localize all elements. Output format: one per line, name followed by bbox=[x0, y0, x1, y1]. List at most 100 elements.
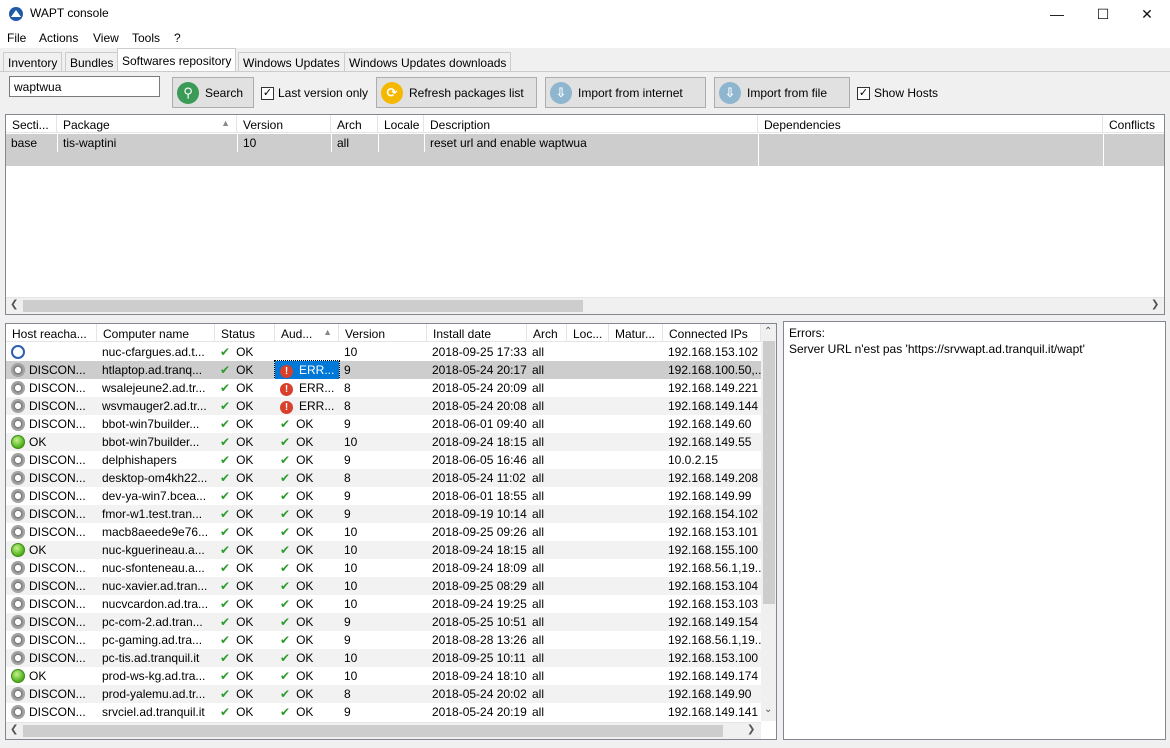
col-header-arch[interactable]: Arch bbox=[527, 324, 567, 342]
last-version-checkbox[interactable]: ✓ Last version only bbox=[261, 86, 368, 100]
col-header-description[interactable]: Description bbox=[424, 115, 758, 133]
col-header-computer-name[interactable]: Computer name bbox=[97, 324, 215, 342]
maximize-button[interactable]: ☐ bbox=[1080, 0, 1126, 28]
cell-package: tis-waptini bbox=[57, 134, 237, 152]
host-row[interactable]: DISCON... srvciel.ad.tranquil.it ✔ OK ✔ OK 9 20… bbox=[6, 703, 761, 721]
cell-reachable: OK bbox=[6, 667, 97, 685]
cell-install-date-text: 2018-09-25 09:26 bbox=[432, 525, 527, 539]
col-header-version[interactable]: Version bbox=[237, 115, 331, 133]
host-row[interactable]: DISCON... desktop-om4kh22... ✔ OK ✔ OK 8 2018-0… bbox=[6, 469, 761, 487]
host-row[interactable]: OK bbot-win7builder... ✔ OK ✔ OK 10 2018-09-24 … bbox=[6, 433, 761, 451]
host-row[interactable]: DISCON... bbot-win7builder... ✔ OK ✔ OK 9 2018-… bbox=[6, 415, 761, 433]
col-header-locale[interactable]: Loc... bbox=[567, 324, 609, 342]
scrollbar-thumb[interactable] bbox=[23, 725, 723, 737]
col-header-host-reachable[interactable]: Host reacha... bbox=[6, 324, 97, 342]
scroll-up-icon[interactable]: ⌃ bbox=[764, 326, 772, 337]
cell-version-text: 9 bbox=[344, 417, 351, 431]
tab-windows-updates[interactable]: Windows Updates bbox=[238, 52, 345, 72]
cell-audit: ✔ OK bbox=[275, 667, 339, 685]
col-header-connected-ips[interactable]: Connected IPs bbox=[663, 324, 761, 342]
host-row[interactable]: DISCON... wsalejeune2.ad.tr... ✔ OK! ERR... 8… bbox=[6, 379, 761, 397]
cell-audit: ✔ OK bbox=[275, 577, 339, 595]
host-row[interactable]: DISCON... fmor-w1.test.tran... ✔ OK ✔ OK 9 2018… bbox=[6, 505, 761, 523]
scroll-left-icon[interactable]: ❮ bbox=[10, 724, 18, 735]
cell-audit-text: OK bbox=[296, 453, 314, 467]
host-row[interactable]: OK nuc-kguerineau.a... ✔ OK ✔ OK 10 2018-09-24 … bbox=[6, 541, 761, 559]
host-row[interactable]: DISCON... pc-tis.ad.tranquil.it ✔ OK ✔ OK 10 20… bbox=[6, 649, 761, 667]
show-hosts-checkbox[interactable]: ✓ Show Hosts bbox=[857, 86, 938, 100]
col-header-audit[interactable]: Aud... ▲ bbox=[275, 324, 339, 342]
host-row[interactable]: OK prod-ws-kg.ad.tra... ✔ OK ✔ OK 10 2018-09-24… bbox=[6, 667, 761, 685]
cell-audit-text: OK bbox=[296, 615, 314, 629]
col-header-section[interactable]: Secti... bbox=[6, 115, 57, 133]
disconnected-icon bbox=[11, 363, 25, 377]
col-header-dependencies[interactable]: Dependencies bbox=[758, 115, 1103, 133]
menu-actions[interactable]: Actions bbox=[39, 31, 78, 45]
menu-tools[interactable]: Tools bbox=[132, 31, 160, 45]
checkmark-icon: ✔ bbox=[280, 669, 291, 683]
minimize-button[interactable]: — bbox=[1034, 0, 1080, 28]
host-row[interactable]: DISCON... macb8aeede9e76... ✔ OK ✔ OK 10 2018-0… bbox=[6, 523, 761, 541]
hosts-horizontal-scrollbar[interactable]: ❮ ❯ bbox=[6, 722, 761, 739]
col-header-arch[interactable]: Arch bbox=[331, 115, 378, 133]
host-row[interactable]: DISCON... htlaptop.ad.tranq... ✔ OK! ERR... 9… bbox=[6, 360, 761, 380]
cell-audit-text: OK bbox=[296, 579, 314, 593]
tab-strip: Inventory Bundles Softwares repository W… bbox=[0, 48, 1170, 72]
host-row[interactable]: DISCON... delphishapers ✔ OK ✔ OK 9 2018-06-05 … bbox=[6, 451, 761, 469]
import-from-internet-button[interactable]: ⇩ Import from internet bbox=[545, 77, 706, 108]
cell-version-text: 10 bbox=[344, 525, 358, 539]
col-header-package[interactable]: Package ▲ bbox=[57, 115, 237, 133]
host-row[interactable]: DISCON... pc-com-2.ad.tran... ✔ OK ✔ OK 9 2018-… bbox=[6, 613, 761, 631]
scroll-down-icon[interactable]: ⌄ bbox=[764, 704, 772, 715]
menu-view[interactable]: View bbox=[93, 31, 119, 45]
host-row[interactable]: DISCON... nuc-sfonteneau.a... ✔ OK ✔ OK 10 2018… bbox=[6, 559, 761, 577]
cell-reachable: OK bbox=[6, 433, 97, 451]
hosts-vertical-scrollbar[interactable]: ⌃ ⌄ bbox=[761, 324, 776, 721]
refresh-packages-button[interactable]: ⟳ Refresh packages list bbox=[376, 77, 537, 108]
col-header-version[interactable]: Version bbox=[339, 324, 427, 342]
host-row[interactable]: DISCON... wsvmauger2.ad.tr... ✔ OK! ERR... 8 2… bbox=[6, 397, 761, 415]
col-header-locale[interactable]: Locale bbox=[378, 115, 424, 133]
host-row[interactable]: DISCON... nuc-xavier.ad.tran... ✔ OK ✔ OK 10 20… bbox=[6, 577, 761, 595]
packages-horizontal-scrollbar[interactable]: ❮ ❯ bbox=[6, 297, 1164, 314]
cell-install-date-text: 2018-09-25 10:11 bbox=[432, 651, 526, 665]
col-header-install-date[interactable]: Install date bbox=[427, 324, 527, 342]
scrollbar-thumb[interactable] bbox=[23, 300, 583, 312]
tab-inventory[interactable]: Inventory bbox=[3, 52, 63, 72]
checkmark-icon: ✔ bbox=[280, 507, 291, 521]
search-button[interactable]: ⚲ Search bbox=[172, 77, 254, 108]
import-from-file-button[interactable]: ⇩ Import from file bbox=[714, 77, 850, 108]
cell-install-date: 2018-06-01 09:40 bbox=[427, 415, 527, 433]
menu-file[interactable]: File bbox=[7, 31, 26, 45]
scroll-right-icon[interactable]: ❯ bbox=[747, 724, 755, 735]
cell-connected-ips: 192.168.149.141 bbox=[663, 703, 761, 721]
cell-version-text: 10 bbox=[344, 579, 358, 593]
host-row[interactable]: DISCON... prod-yalemu.ad.tr... ✔ OK ✔ OK 8 2018… bbox=[6, 685, 761, 703]
tab-softwares-repository[interactable]: Softwares repository bbox=[117, 48, 237, 72]
col-header-conflicts[interactable]: Conflicts bbox=[1103, 115, 1164, 133]
scrollbar-thumb[interactable] bbox=[763, 341, 775, 604]
close-button[interactable]: ✕ bbox=[1124, 0, 1170, 28]
scroll-left-icon[interactable]: ❮ bbox=[10, 299, 18, 310]
search-input[interactable] bbox=[9, 76, 160, 97]
errors-panel[interactable]: Errors: Server URL n'est pas 'https://sr… bbox=[783, 321, 1166, 740]
host-row[interactable]: DISCON... nucvcardon.ad.tra... ✔ OK ✔ OK 10 201… bbox=[6, 595, 761, 613]
host-row[interactable]: nuc-cfargues.ad.t... ✔ OK 10 2018-09-25 17:3… bbox=[6, 343, 761, 361]
package-row[interactable]: base tis-waptini 10 all reset url and en… bbox=[6, 134, 1164, 166]
cell-status: ✔ OK bbox=[215, 685, 275, 703]
checkmark-icon: ✔ bbox=[220, 363, 231, 377]
scroll-right-icon[interactable]: ❯ bbox=[1151, 299, 1159, 310]
col-header-maturity[interactable]: Matur... bbox=[609, 324, 663, 342]
cell-connected-ips-text: 192.168.149.144 bbox=[668, 399, 759, 413]
cell-audit-text: OK bbox=[296, 561, 314, 575]
cell-audit-text: OK bbox=[296, 507, 314, 521]
menu-help[interactable]: ? bbox=[174, 31, 181, 45]
cell-connected-ips: 192.168.149.221 bbox=[663, 379, 761, 397]
host-row[interactable]: DISCON... dev-ya-win7.bcea... ✔ OK ✔ OK 9 2018-… bbox=[6, 487, 761, 505]
cell-status-text: OK bbox=[236, 399, 254, 413]
host-row[interactable]: DISCON... pc-gaming.ad.tra... ✔ OK ✔ OK 9 2018-… bbox=[6, 631, 761, 649]
tab-windows-updates-downloads[interactable]: Windows Updates downloads bbox=[344, 52, 512, 72]
cell-version: 8 bbox=[339, 685, 427, 703]
tab-bundles[interactable]: Bundles bbox=[65, 52, 119, 72]
col-header-status[interactable]: Status bbox=[215, 324, 275, 342]
